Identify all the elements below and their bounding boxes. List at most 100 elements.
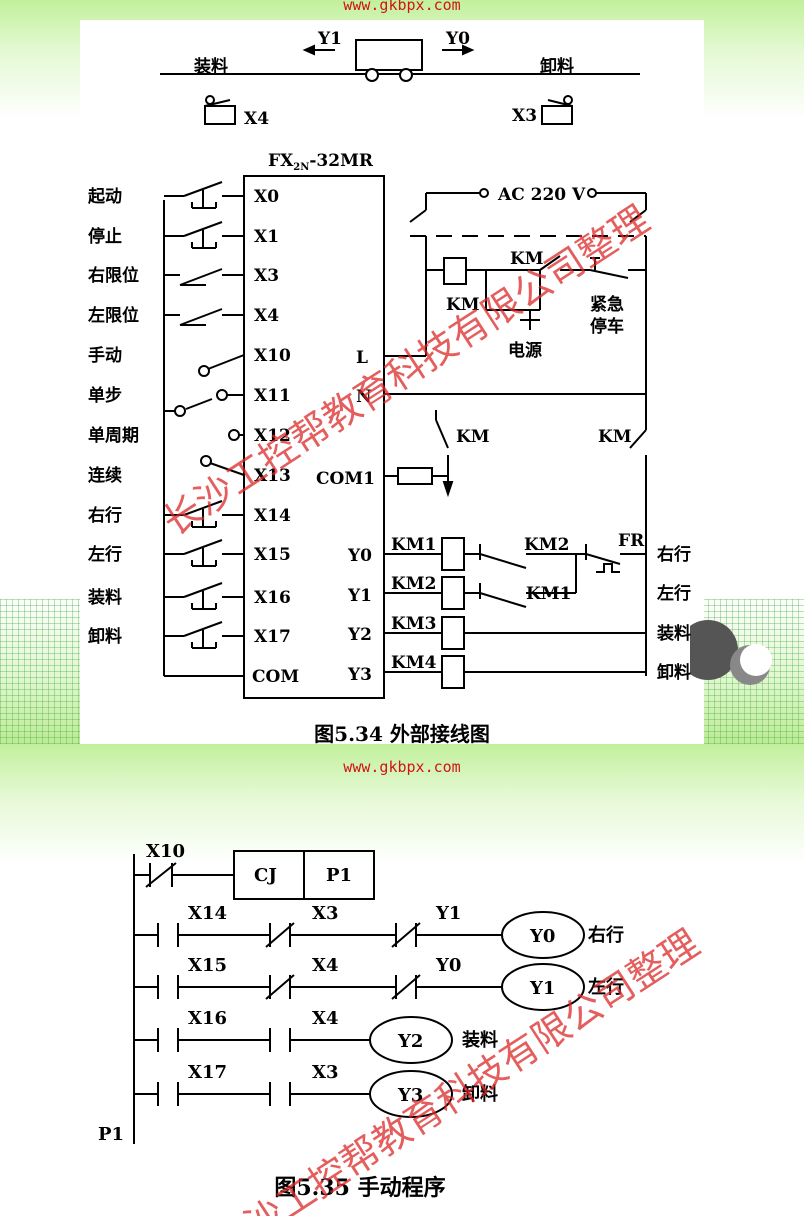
figure-caption-534: 图5.34 外部接线图 xyxy=(314,722,490,744)
output-coil-label: KM2 xyxy=(391,574,436,594)
km-right-label: KM xyxy=(598,427,632,447)
rung-contact-2: X3 xyxy=(312,903,339,924)
rung-coil: Y3 xyxy=(397,1085,423,1106)
interlock-label: KM2 xyxy=(524,535,569,555)
output-coil-label: KM1 xyxy=(391,535,436,555)
input-terminal: X17 xyxy=(254,627,291,647)
km-coil-label: KM xyxy=(446,295,480,315)
fr-contact: FR xyxy=(575,531,646,593)
input-terminal: X4 xyxy=(254,306,279,326)
rung-note: 装料 xyxy=(462,1029,498,1051)
output-action-label: 装料 xyxy=(656,623,691,644)
cj-instruction: CJ xyxy=(254,865,277,886)
input-label: 停止 xyxy=(88,226,122,247)
rung-contact-1: X15 xyxy=(188,955,227,976)
rung-coil: Y1 xyxy=(529,978,555,999)
figure-caption-535: 图5.35 手动程序 xyxy=(274,1175,446,1201)
input-row: 连续 X13 xyxy=(88,455,291,486)
rung-contact-1: X16 xyxy=(188,1008,227,1029)
input-row: 装料 X16 xyxy=(87,582,291,610)
y2-terminal: Y2 xyxy=(347,625,372,645)
output-rows: KM1 右行 KM2 KM2 左行 KM1 KM3 装料 KM4 卸料 FR xyxy=(384,531,691,689)
cart-section xyxy=(160,39,640,125)
input-label: 卸料 xyxy=(88,626,122,647)
input-label: 单步 xyxy=(88,385,122,406)
fr-label: FR xyxy=(618,531,645,551)
input-label: 左限位 xyxy=(88,305,139,326)
input-row: 左行 X15 xyxy=(88,539,291,567)
l-terminal: L xyxy=(356,348,368,368)
y0-terminal: Y0 xyxy=(347,546,372,566)
rung-cj: X10 CJ P1 xyxy=(134,841,375,900)
rung-note: 卸料 xyxy=(462,1083,498,1105)
rung-contact-1: X14 xyxy=(188,903,227,924)
rung-contact-2: X3 xyxy=(312,1062,339,1083)
input-row: 停止 X1 xyxy=(88,221,279,249)
ac-label: AC 220 V xyxy=(497,185,586,205)
km-left-label: KM xyxy=(456,427,490,447)
output-coil-label: KM4 xyxy=(391,653,437,673)
com-terminal: COM xyxy=(252,667,299,687)
input-row: 起动 X0 xyxy=(87,181,279,209)
input-terminal: X12 xyxy=(254,426,291,446)
input-terminal: X13 xyxy=(254,466,291,486)
wiring-diagram: 装料 卸料 Y1 Y0 X4 X3 FX2N-32MR 起动 X0 停止 X1 右限位 X… xyxy=(87,29,691,699)
input-label: 装料 xyxy=(87,587,122,608)
output-action-label: 左行 xyxy=(657,583,691,604)
input-label: 连续 xyxy=(88,465,122,486)
cart-y0: Y0 xyxy=(445,29,470,49)
ladder-rung: X15 X4 Y0 Y1 左行 xyxy=(134,955,624,1011)
input-rows: 起动 X0 停止 X1 右限位 X3 左限位 X4 手动 X10 单步 X11 单周期 X12 连续 X13 右… xyxy=(87,181,291,649)
input-row: 单周期 X12 xyxy=(88,425,291,446)
cart-left-label: 装料 xyxy=(193,56,228,77)
slide-wiring: www.gkbpx.com 装料 卸料 Y1 Y0 X4 X3 FX2N-32M… xyxy=(0,0,804,744)
cart-x4: X4 xyxy=(244,109,269,129)
y3-terminal: Y3 xyxy=(347,665,372,685)
output-row: KM4 卸料 xyxy=(384,653,691,689)
rung-contact-1: X17 xyxy=(188,1062,227,1083)
rung-contact-3: Y0 xyxy=(435,955,461,976)
output-coil-label: KM3 xyxy=(391,614,436,634)
input-label: 单周期 xyxy=(88,425,139,446)
input-terminal: X16 xyxy=(254,588,291,608)
rung-note: 右行 xyxy=(588,924,624,946)
output-row: KM2 左行 KM1 xyxy=(384,574,691,610)
estop-label-2: 停车 xyxy=(590,316,624,337)
rung-contact-2: X4 xyxy=(312,955,339,976)
input-terminal: X3 xyxy=(254,266,279,286)
plc-model: FX2N-32MR xyxy=(268,151,374,173)
km-contact-label: KM xyxy=(510,249,544,269)
input-terminal: X10 xyxy=(254,346,291,366)
input-row: 卸料 X17 xyxy=(88,621,291,649)
cart-y1: Y1 xyxy=(317,29,342,49)
input-terminal: X14 xyxy=(254,506,291,526)
input-label: 右限位 xyxy=(88,265,139,286)
rung-coil: Y2 xyxy=(397,1031,423,1052)
output-action-label: 卸料 xyxy=(657,662,691,683)
ladder-diagram: X10 CJ P1 X14 X3 Y1 Y0 右行 X15 X4 Y0 Y1 左行X16 X4 Y2 装料 X1… xyxy=(98,841,624,1145)
input-terminal: X11 xyxy=(254,386,291,406)
input-row: 左限位 X4 xyxy=(88,305,279,326)
input-terminal: X0 xyxy=(254,187,279,207)
slide-ladder: www.gkbpx.com X10 CJ P1 X14 X3 Y1 Y0 右行 X15 X4 Y0 Y… xyxy=(0,744,804,1216)
input-row: 右行 X14 xyxy=(88,500,291,528)
input-terminal: X1 xyxy=(254,227,279,247)
cart-right-label: 卸料 xyxy=(540,56,574,77)
input-label: 手动 xyxy=(88,345,122,366)
input-label: 起动 xyxy=(87,186,122,207)
rung-contact-2: X4 xyxy=(312,1008,339,1029)
rung-note: 左行 xyxy=(588,976,624,998)
input-label: 右行 xyxy=(88,505,122,526)
cj-target: P1 xyxy=(326,865,352,886)
output-action-label: 右行 xyxy=(657,544,691,565)
ladder-rung: X17 X3 Y3 卸料 xyxy=(134,1062,498,1118)
output-row: KM1 右行 KM2 xyxy=(384,535,691,571)
power-button-label: 电源 xyxy=(508,340,542,361)
estop-label-1: 紧急 xyxy=(590,294,624,315)
input-label: 左行 xyxy=(88,544,122,565)
rung0-contact-label: X10 xyxy=(146,841,185,862)
input-terminal: X15 xyxy=(254,545,291,565)
cart-x3: X3 xyxy=(512,106,537,126)
com1-terminal: COM1 xyxy=(316,469,375,489)
n-terminal: N xyxy=(356,387,372,407)
